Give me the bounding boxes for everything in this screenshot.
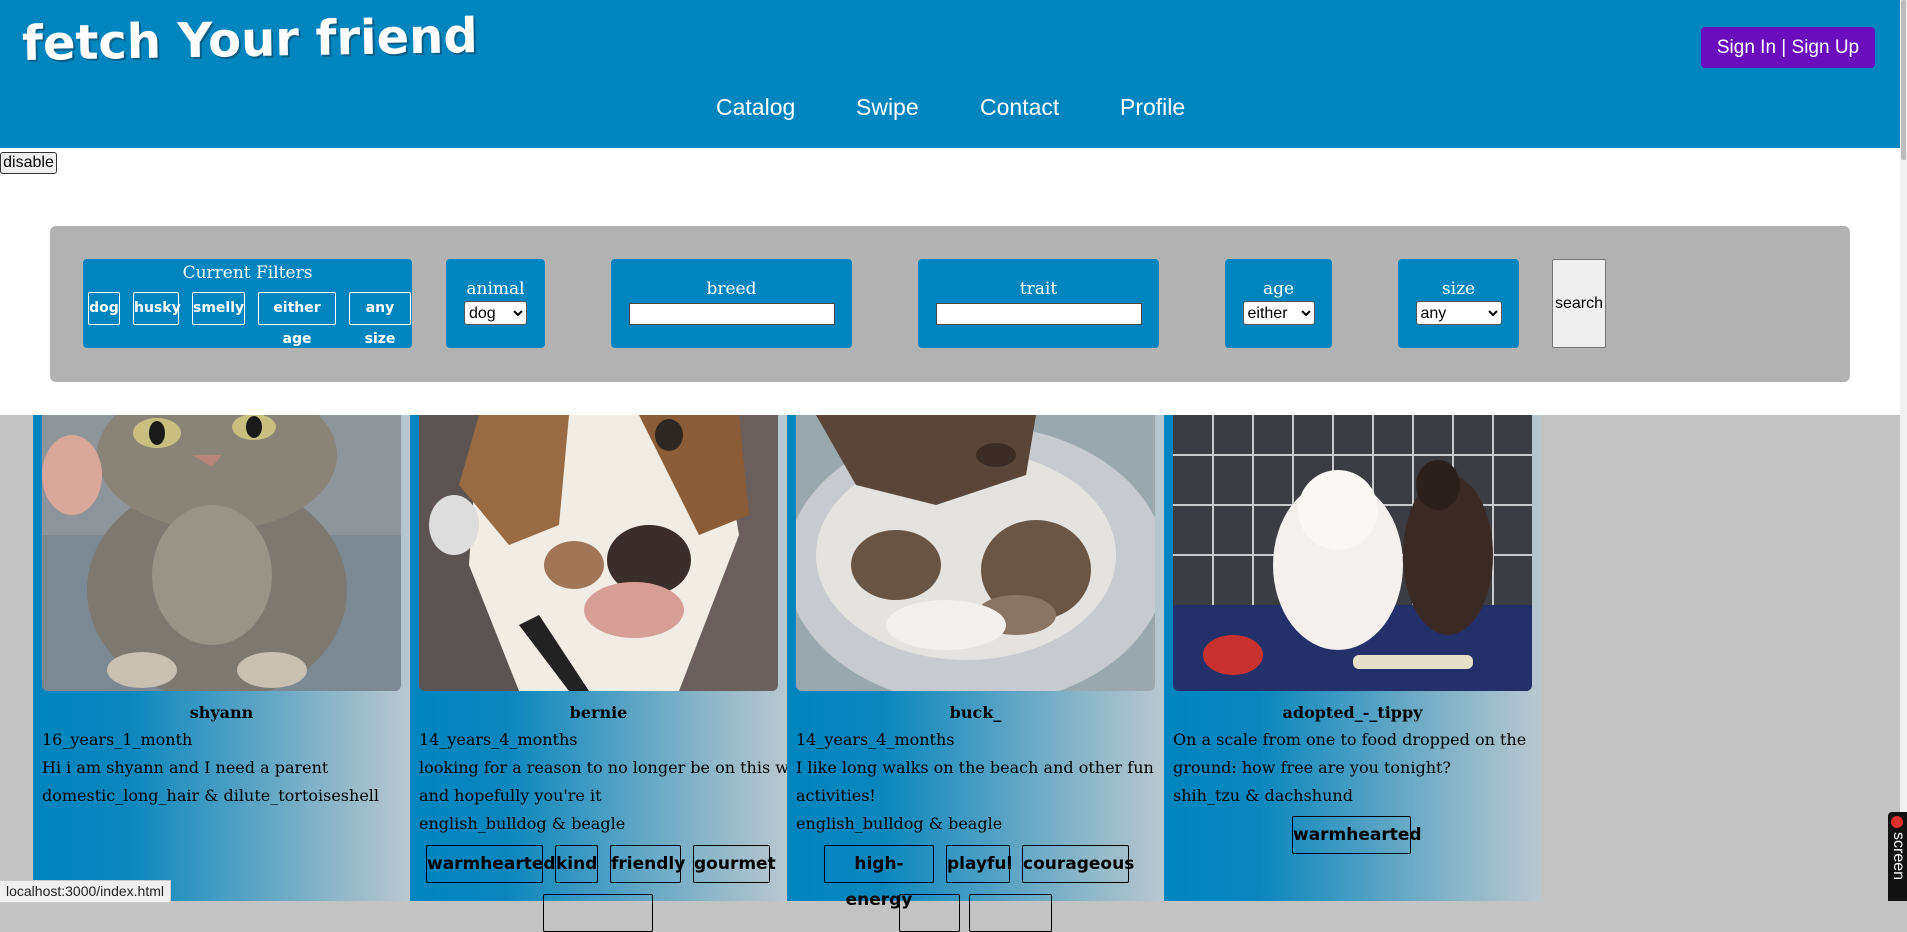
pet-card[interactable]: adopted_-_tippy On a scale from one to f… [1164, 415, 1541, 901]
trait-tag[interactable]: playful [946, 845, 1012, 883]
pet-photo[interactable] [1173, 415, 1532, 691]
pet-bio-line-1: looking for a reason to no longer be on … [419, 758, 838, 777]
trait-tag[interactable]: warmhearted [1292, 816, 1422, 854]
trait-tag[interactable]: gourmet [693, 845, 776, 883]
nav-profile[interactable]: Profile [1120, 94, 1185, 121]
trait-tag[interactable]: courageous [1022, 845, 1134, 883]
size-select[interactable]: any [1415, 301, 1502, 325]
pet-card[interactable]: bernie 14_years_4_months looking for a r… [410, 415, 838, 932]
nav-contact[interactable]: Contact [980, 94, 1059, 121]
status-bar-url: localhost:3000/index.html [0, 880, 171, 903]
filter-chip[interactable]: either age [258, 292, 336, 347]
recorder-label: screen [1890, 832, 1907, 881]
site-logo[interactable]: fetch Your friend [22, 8, 479, 72]
pet-age: 14_years_4_months [796, 730, 955, 749]
trait-tag[interactable]: high-energy [824, 845, 934, 910]
filter-chip[interactable]: husky [133, 292, 181, 325]
current-filters-title: Current Filters [182, 263, 313, 283]
age-filter: age either [1225, 259, 1332, 348]
pet-bio-line-1: I like long walks on the beach and other… [796, 758, 1154, 777]
animal-select[interactable]: dog [464, 301, 527, 325]
pet-bio-line-2: activities! [796, 786, 876, 805]
pet-name: adopted_-_tippy [1282, 703, 1423, 722]
pet-breed: english_bulldog & beagle [796, 814, 1003, 833]
pet-bio-line-1: On a scale from one to food dropped on t… [1173, 730, 1527, 749]
pet-breed: english_bulldog & beagle [419, 814, 626, 833]
age-label: age [1262, 279, 1295, 299]
sign-in-button[interactable]: Sign In | Sign Up [1701, 27, 1875, 68]
trait-input[interactable] [935, 303, 1142, 325]
breed-filter: breed [611, 259, 852, 348]
search-button[interactable]: search [1552, 259, 1606, 348]
trait-tag[interactable]: friendly [610, 845, 685, 883]
pet-age: 16_years_1_month [42, 730, 193, 749]
pet-breed: domestic_long_hair & dilute_tortoiseshel… [42, 786, 380, 805]
trait-tag[interactable]: kind [555, 845, 598, 883]
pet-breed: shih_tzu & dachshund [1173, 786, 1353, 805]
size-filter: size any [1398, 259, 1519, 348]
pet-photo[interactable] [796, 415, 1155, 691]
trait-tag-more[interactable] [899, 894, 960, 932]
trait-tag-more[interactable] [969, 894, 1052, 932]
scrollbar-thumb[interactable] [1901, 0, 1906, 160]
trait-filter: trait [918, 259, 1159, 348]
trait-tag[interactable]: warmhearted [426, 845, 556, 883]
size-label: size [1441, 279, 1476, 299]
filter-chip[interactable]: smelly [192, 292, 245, 325]
animal-filter: animal dog [446, 259, 545, 348]
filter-chip[interactable]: any size [349, 292, 411, 347]
current-filters: Current Filters dog husky smelly either … [83, 259, 412, 348]
pet-bio-line-2: ground: how free are you tonight? [1173, 758, 1452, 777]
nav-swipe[interactable]: Swipe [856, 94, 919, 121]
pet-card[interactable]: shyann 16_years_1_month Hi i am shyann a… [33, 415, 410, 901]
pet-photo[interactable] [42, 415, 401, 691]
pet-bio: Hi i am shyann and I need a parent [42, 758, 329, 777]
pet-name: bernie [569, 703, 628, 722]
filter-chip[interactable]: dog [88, 292, 120, 325]
pet-bio-line-2: and hopefully you're it [419, 786, 602, 805]
pet-photo[interactable] [419, 415, 778, 691]
pet-age: 14_years_4_months [419, 730, 578, 749]
breed-input[interactable] [628, 303, 835, 325]
record-icon [1891, 816, 1903, 828]
animal-label: animal [466, 279, 525, 299]
age-select[interactable]: either [1242, 301, 1315, 325]
breed-label: breed [706, 279, 757, 299]
pet-name: buck_ [949, 703, 1002, 722]
nav-catalog[interactable]: Catalog [716, 94, 795, 121]
pet-name: shyann [189, 703, 254, 722]
site-header: fetch Your friend Sign In | Sign Up Cata… [0, 0, 1900, 148]
trait-tag-more[interactable] [543, 894, 653, 932]
disable-button[interactable]: disable [0, 152, 57, 174]
trait-label: trait [1019, 279, 1058, 299]
pet-card[interactable]: buck_ 14_years_4_months I like long walk… [787, 415, 1164, 932]
